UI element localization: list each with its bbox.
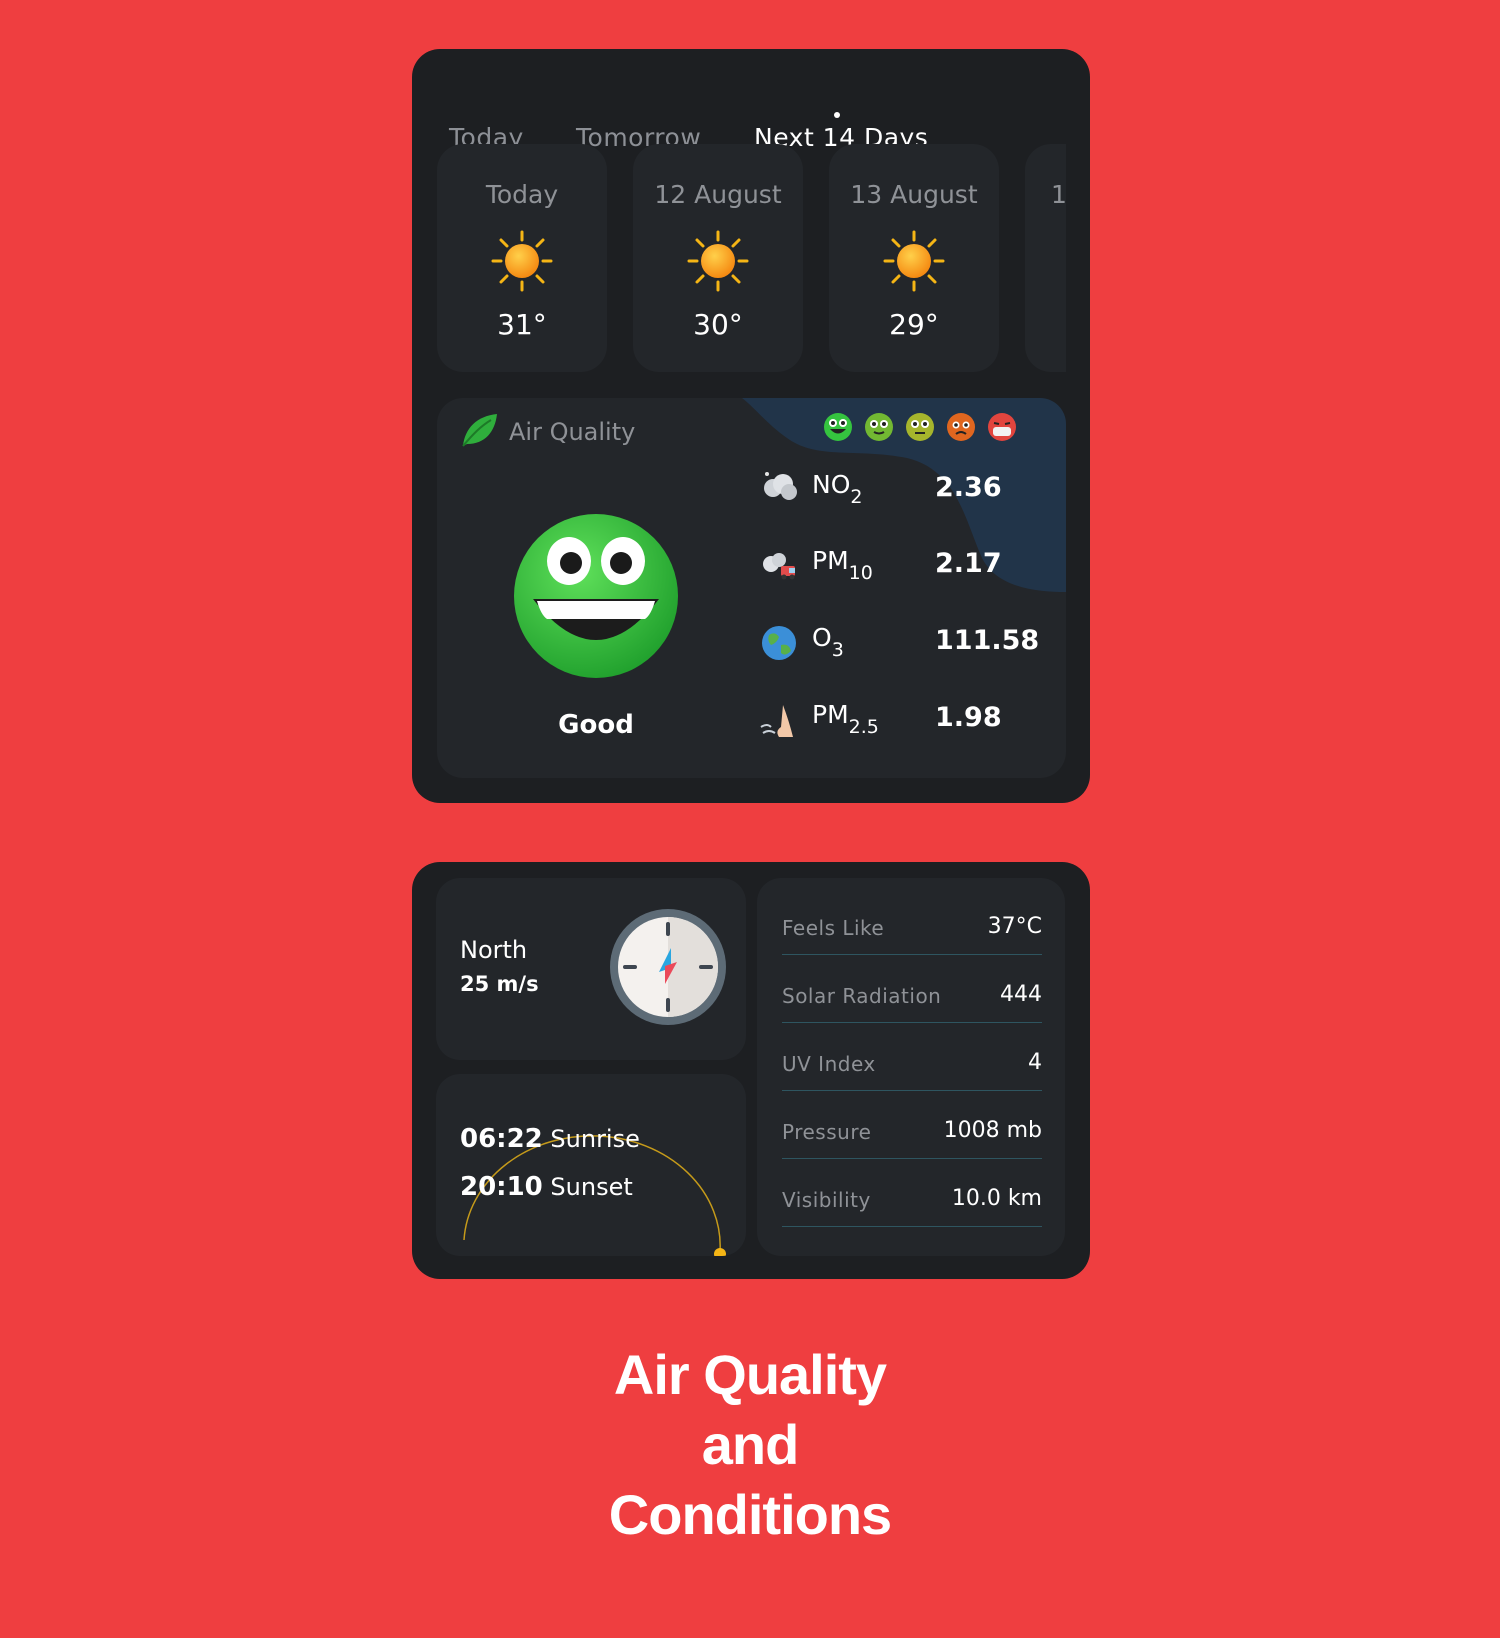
pollutant-value: 2.36 — [935, 472, 1002, 503]
sunset-label: Sunset — [550, 1173, 633, 1201]
sun-icon — [883, 230, 945, 292]
day-cards-scroller[interactable]: Today 31° 12 August 30° 13 August 29° 1 — [437, 144, 1066, 374]
condition-row: Feels Like 37°C — [782, 894, 1042, 955]
forecast-panel: Today Tomorrow Next 14 Days Today 31° 12… — [412, 49, 1090, 803]
sunset-line: 20:10 Sunset — [460, 1172, 633, 1202]
caption-line: Conditions — [608, 1483, 892, 1546]
conditions-panel: North 25 m/s 06:22 Sunrise 20:10 Sunset — [412, 862, 1090, 1279]
condition-value: 37°C — [987, 914, 1042, 939]
pollutant-value: 2.17 — [935, 548, 1002, 579]
sun-icon — [687, 230, 749, 292]
condition-label: UV Index — [782, 1052, 876, 1076]
air-quality-title: Air Quality — [509, 418, 636, 446]
condition-value: 1008 mb — [943, 1118, 1042, 1143]
caption-line: and — [701, 1413, 800, 1476]
very-bad-face-icon[interactable] — [987, 412, 1017, 442]
condition-label: Pressure — [782, 1120, 872, 1144]
wind-card: North 25 m/s — [436, 878, 746, 1060]
condition-value: 444 — [1000, 982, 1042, 1007]
day-label: Today — [485, 180, 559, 209]
condition-label: Visibility — [782, 1188, 871, 1212]
leaf-icon — [462, 414, 497, 447]
air-quality-status: Good — [558, 710, 634, 740]
condition-label: Solar Radiation — [782, 984, 942, 1008]
sunrise-label: Sunrise — [550, 1125, 640, 1153]
good-face-icon[interactable] — [864, 412, 894, 442]
truck-exhaust-icon — [763, 553, 795, 580]
pollutant-name: PM10 — [812, 546, 873, 584]
bad-face-icon[interactable] — [946, 412, 976, 442]
conditions-card: Feels Like 37°C Solar Radiation 444 UV I… — [757, 878, 1065, 1256]
caption-line: Air Quality — [613, 1343, 887, 1406]
day-label: 13 August — [850, 180, 978, 209]
wind-speed: 25 m/s — [460, 972, 539, 996]
day-card[interactable]: 12 August 30° — [633, 144, 803, 372]
nose-breath-icon — [760, 705, 793, 737]
earth-icon — [762, 626, 796, 660]
condition-row: UV Index 4 — [782, 1030, 1042, 1091]
sunrise-line: 06:22 Sunrise — [460, 1124, 640, 1154]
condition-row: Visibility 10.0 km — [782, 1166, 1042, 1227]
smoke-cloud-icon — [764, 472, 797, 500]
sunrise-time: 06:22 — [460, 1124, 543, 1154]
day-label: 14 — [1051, 180, 1066, 209]
condition-label: Feels Like — [782, 916, 885, 940]
air-quality-card: Air Quality Good NO2 2.36 PM10 2.17 O3 1… — [437, 398, 1066, 778]
feature-caption: Air Quality and Conditions — [0, 1340, 1500, 1550]
day-temperature: 29° — [889, 308, 939, 341]
pollutant-name: PM2.5 — [812, 700, 879, 738]
moderate-face-icon[interactable] — [905, 412, 935, 442]
day-card[interactable]: 13 August 29° — [829, 144, 999, 372]
day-label: 12 August — [654, 180, 782, 209]
condition-value: 4 — [1028, 1050, 1042, 1075]
day-card[interactable]: Today 31° — [437, 144, 607, 372]
compass-icon — [610, 909, 726, 1025]
sun-icon — [491, 230, 553, 292]
condition-value: 10.0 km — [951, 1186, 1042, 1211]
pollutant-value: 1.98 — [935, 702, 1002, 733]
active-tab-indicator — [834, 112, 840, 118]
very-good-face-icon[interactable] — [823, 412, 853, 442]
good-face-large-icon — [514, 514, 678, 678]
pollutant-name: NO2 — [812, 470, 863, 508]
sun-path-arc — [463, 1135, 726, 1256]
sunset-time: 20:10 — [460, 1172, 543, 1202]
condition-row: Pressure 1008 mb — [782, 1098, 1042, 1159]
pollutant-name: O3 — [812, 623, 844, 661]
sun-times-card: 06:22 Sunrise 20:10 Sunset — [436, 1074, 746, 1256]
pollutant-value: 111.58 — [935, 625, 1040, 656]
day-temperature: 31° — [497, 308, 547, 341]
wind-direction: North — [460, 936, 528, 964]
day-temperature: 30° — [693, 308, 743, 341]
condition-row: Solar Radiation 444 — [782, 962, 1042, 1023]
day-card[interactable]: 14 — [1025, 144, 1066, 372]
